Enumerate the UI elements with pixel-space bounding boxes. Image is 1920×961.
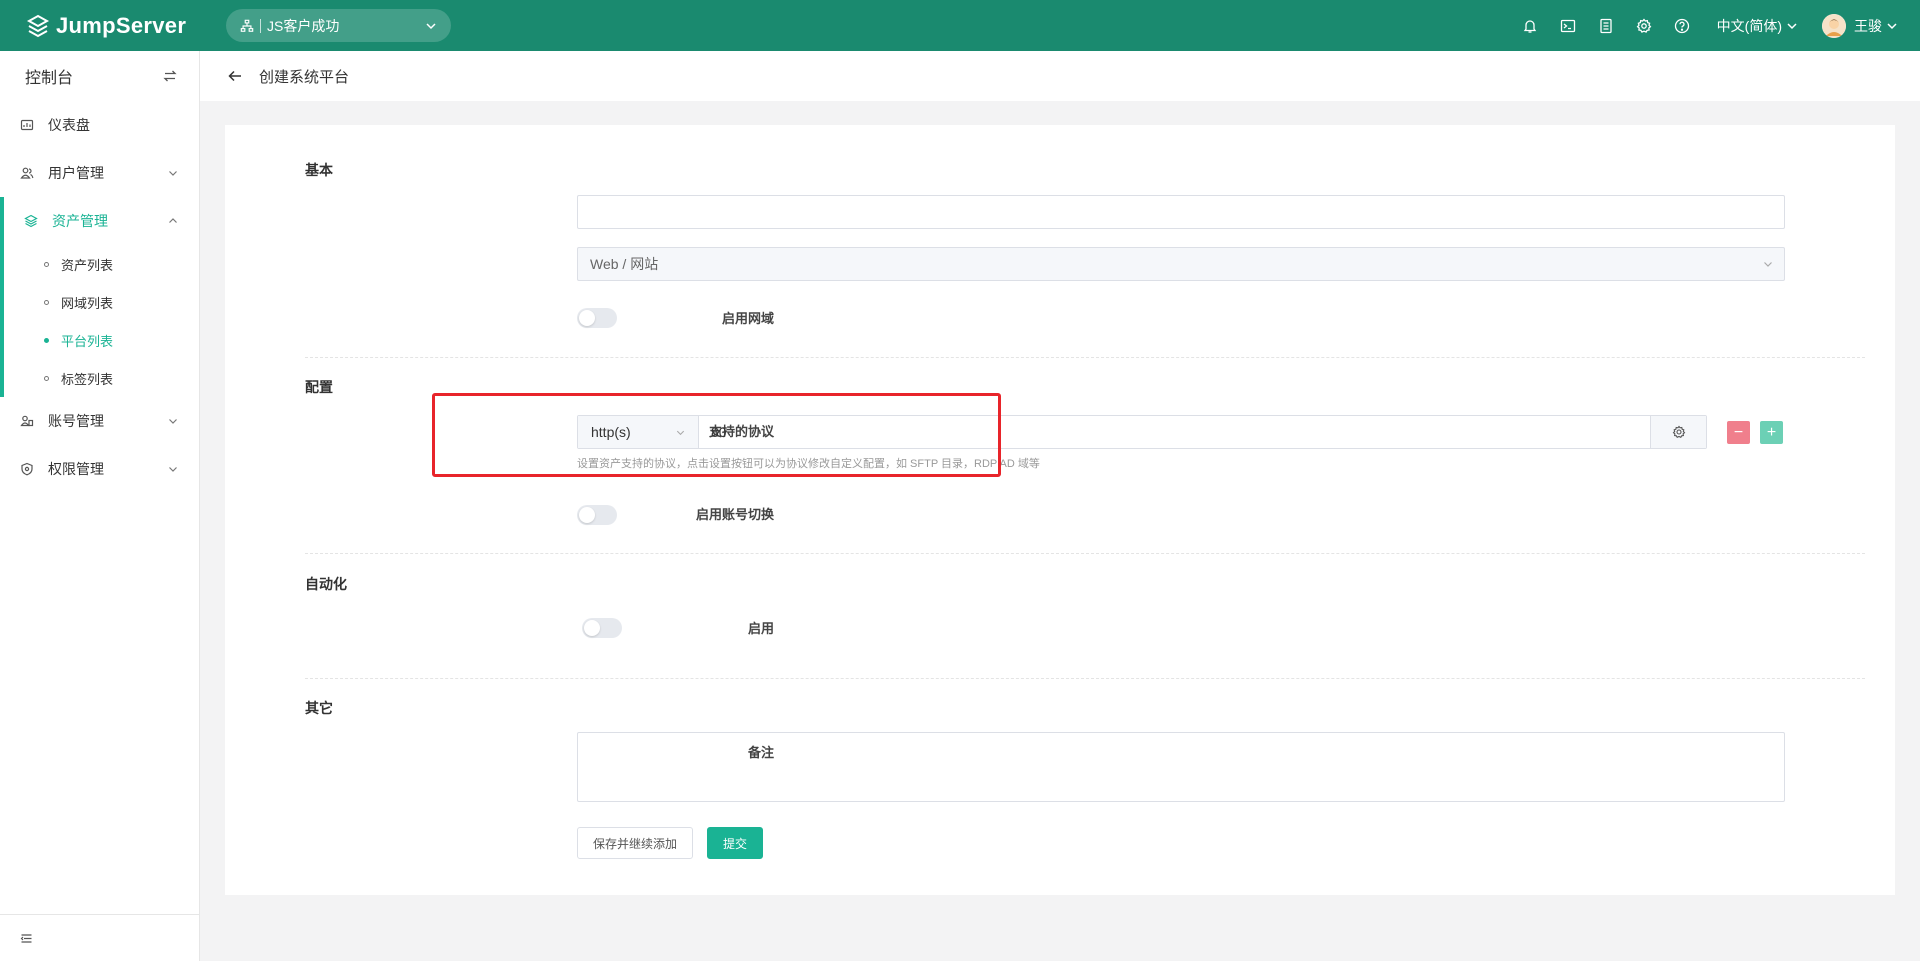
section-divider [305,678,1865,679]
type-select-value: Web / 网站 [590,256,659,272]
sidebar-subitem-platform-list[interactable]: 平台列表 [4,321,199,359]
sidebar-item-label: 资产管理 [52,213,108,229]
org-separator [260,18,261,33]
notifications-button[interactable] [1511,0,1549,51]
account-switch-label: 启用账号切换 [695,507,774,522]
add-protocol-button[interactable]: + [1760,421,1783,444]
help-button[interactable] [1663,0,1701,51]
bullet-icon [44,261,49,267]
chevron-up-icon [169,218,177,223]
layers-icon [24,214,38,228]
sidebar-item-label: 仪表盘 [48,117,90,133]
account-switch-toggle[interactable] [577,505,617,525]
chevron-down-icon [1887,22,1897,29]
sidebar-header: 控制台 [0,51,199,101]
sidebar-subitem-label: 标签列表 [61,371,114,387]
sidebar-subitem-domain-list[interactable]: 网域列表 [4,283,199,321]
tickets-button[interactable] [1587,0,1625,51]
shield-icon [21,462,33,476]
section-title-config: 配置 [305,379,333,395]
bell-icon [1523,19,1536,33]
automation-enable-label: 启用 [747,621,774,636]
page-header: 创建系统平台 [200,51,1920,101]
chevron-down-icon [169,419,177,424]
settings-button[interactable] [1625,0,1663,51]
logo-text: JumpServer [56,12,187,38]
organization-icon [240,19,254,32]
logo[interactable]: JumpServer [26,13,226,39]
highlight-annotation-box [432,393,1001,477]
sidebar-subitem-label-list[interactable]: 标签列表 [4,359,199,397]
chevron-down-icon [426,22,436,29]
type-select[interactable]: Web / 网站 [577,247,1785,281]
users-icon [20,167,34,179]
sidebar-item-assets[interactable]: 资产管理 [4,197,199,245]
document-icon [1600,18,1612,33]
dashboard-icon [20,119,34,131]
submit-button[interactable]: 提交 [707,827,764,859]
back-arrow-icon[interactable] [227,68,243,84]
organization-select[interactable]: JS客户成功 [226,9,451,42]
section-divider [305,553,1865,554]
domain-enabled-switch[interactable] [577,308,617,328]
sidebar-item-dashboard[interactable]: 仪表盘 [0,101,199,149]
sidebar-item-users[interactable]: 用户管理 [0,149,199,197]
platform-form-card: 基本 *名称 *类型 Web / 网站 启用网域 配置 支持的协议 http(s… [225,125,1895,895]
save-and-continue-button[interactable]: 保存并继续添加 [577,827,694,859]
bullet-icon [44,299,49,305]
user-menu[interactable]: 王骏 [1822,13,1898,38]
page-title: 创建系统平台 [259,68,350,86]
name-input[interactable] [577,195,1785,229]
sidebar-item-label: 用户管理 [48,165,104,181]
bullet-icon [44,375,49,381]
help-icon [1674,18,1689,33]
section-title-automation: 自动化 [305,576,347,592]
sidebar-subitem-label: 平台列表 [61,333,114,349]
sidebar-group-assets: 资产管理 资产列表 网域列表 平台列表 标签列表 [0,197,199,397]
collapse-menu-icon [20,933,32,943]
language-label: 中文(简体) [1716,17,1782,34]
sidebar-item-label: 账号管理 [48,413,104,429]
sidebar-subitem-label: 资产列表 [61,257,114,273]
minus-icon: − [1733,423,1744,441]
sidebar-item-label: 权限管理 [48,461,104,477]
avatar [1822,13,1846,38]
organization-name: JS客户成功 [267,17,340,34]
sidebar-item-accounts[interactable]: 账号管理 [0,397,199,445]
section-title-other: 其它 [305,700,333,716]
chevron-down-icon [1764,262,1772,267]
settings-icon [1636,18,1652,33]
section-title-basic: 基本 [305,162,333,178]
sidebar-subitem-asset-list[interactable]: 资产列表 [4,245,199,283]
sidebar-subitem-label: 网域列表 [61,295,114,311]
chevron-down-icon [1787,22,1797,29]
sidebar: 控制台 仪表盘 用户管理 资产管理 资产列表 网域列表 平台列表 标签列表 账号… [0,51,200,961]
plus-icon: + [1766,423,1777,441]
bullet-icon [44,337,49,343]
user-avatar-icon [1822,13,1846,38]
web-terminal-button[interactable] [1549,0,1587,51]
top-navbar: JumpServer JS客户成功 中文(简体) 王骏 [0,0,1920,51]
automation-enable-switch[interactable] [582,618,622,638]
section-divider [305,357,1865,358]
sidebar-title: 控制台 [25,70,74,87]
domain-enabled-label: 启用网域 [721,311,774,326]
remove-protocol-button[interactable]: − [1727,421,1750,444]
jumpserver-logo-icon [26,14,50,37]
language-select[interactable]: 中文(简体) [1717,16,1798,36]
settings-icon [1672,425,1685,439]
chevron-down-icon [169,171,177,176]
user-name: 王骏 [1854,17,1882,34]
comment-textarea[interactable] [577,732,1785,802]
terminal-icon [1560,19,1575,32]
sidebar-collapse-button[interactable] [0,914,199,961]
chevron-down-icon [169,467,177,472]
sidebar-item-permissions[interactable]: 权限管理 [0,445,199,493]
switch-view-icon[interactable] [163,69,177,83]
account-icon [20,415,34,427]
protocol-settings-button[interactable] [1650,416,1706,448]
